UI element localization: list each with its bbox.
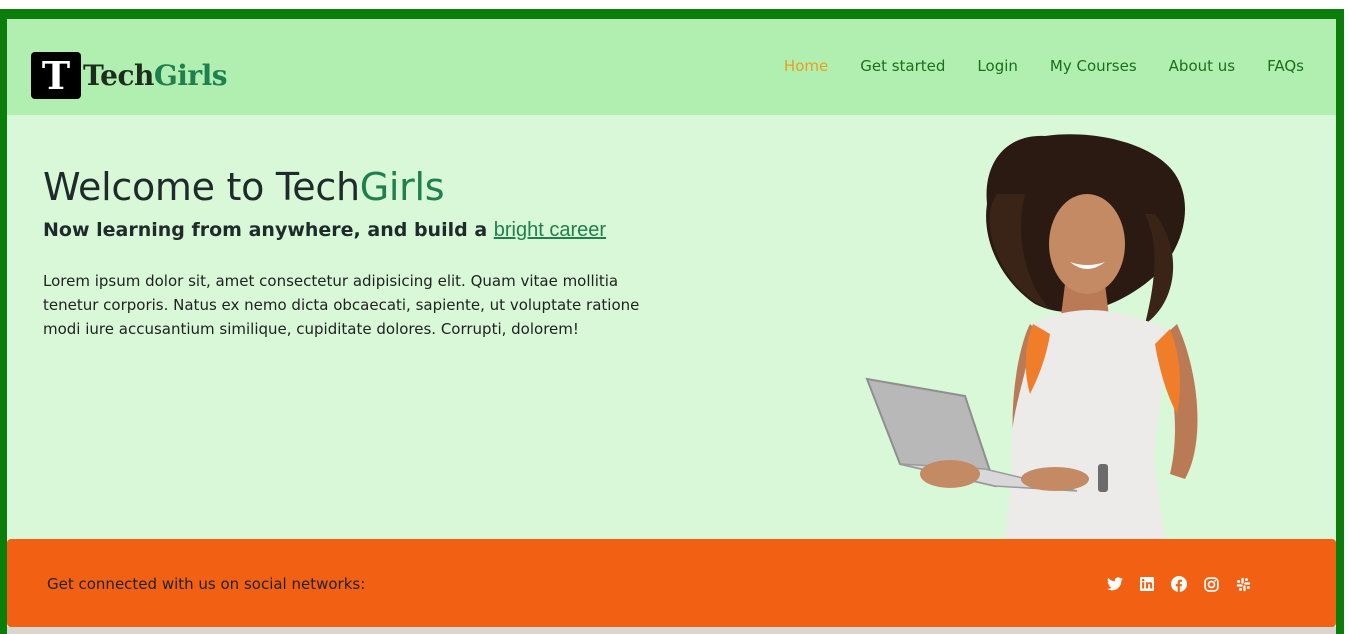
linkedin-icon[interactable] xyxy=(1139,576,1155,592)
slack-icon[interactable] xyxy=(1235,576,1251,592)
hero-title-prefix: Welcome to Tech xyxy=(43,165,360,209)
bright-career-link[interactable]: bright career xyxy=(494,219,606,241)
hero-subtitle: Now learning from anywhere, and build a … xyxy=(43,219,606,242)
nav-link-login[interactable]: Login xyxy=(977,57,1017,75)
page: T Tech Girls Home Get started Login My Co… xyxy=(7,19,1336,634)
nav-link-faqs[interactable]: FAQs xyxy=(1267,57,1304,75)
social-icons xyxy=(1107,576,1251,592)
hero-paragraph: Lorem ipsum dolor sit, amet consectetur … xyxy=(43,272,640,338)
logo-icon: T xyxy=(31,51,81,99)
nav-link-about-us[interactable]: About us xyxy=(1169,57,1235,75)
instagram-icon[interactable] xyxy=(1203,576,1219,592)
main-nav: Home Get started Login My Courses About … xyxy=(784,57,1304,75)
nav-link-home[interactable]: Home xyxy=(784,57,828,75)
hero-woman-with-laptop-image xyxy=(865,134,1198,539)
hero-title-accent: Girls xyxy=(359,165,445,209)
nav-link-get-started[interactable]: Get started xyxy=(860,57,945,75)
brand-logo-link[interactable]: T Tech Girls xyxy=(31,51,228,99)
brand-name-girls: Girls xyxy=(153,58,228,92)
social-networks-text: Get connected with us on social networks… xyxy=(47,575,366,593)
hero-subtitle-text: Now learning from anywhere, and build a xyxy=(43,219,494,241)
hero-title: Welcome to TechGirls xyxy=(43,165,445,209)
facebook-icon[interactable] xyxy=(1171,576,1187,592)
social-footer: Get connected with us on social networks… xyxy=(7,539,1336,627)
navbar: T Tech Girls Home Get started Login My Co… xyxy=(7,19,1336,115)
nav-link-my-courses[interactable]: My Courses xyxy=(1050,57,1137,75)
bottom-edge-strip xyxy=(7,627,1336,634)
twitter-icon[interactable] xyxy=(1107,576,1123,592)
brand-name-tech: Tech xyxy=(83,58,154,92)
